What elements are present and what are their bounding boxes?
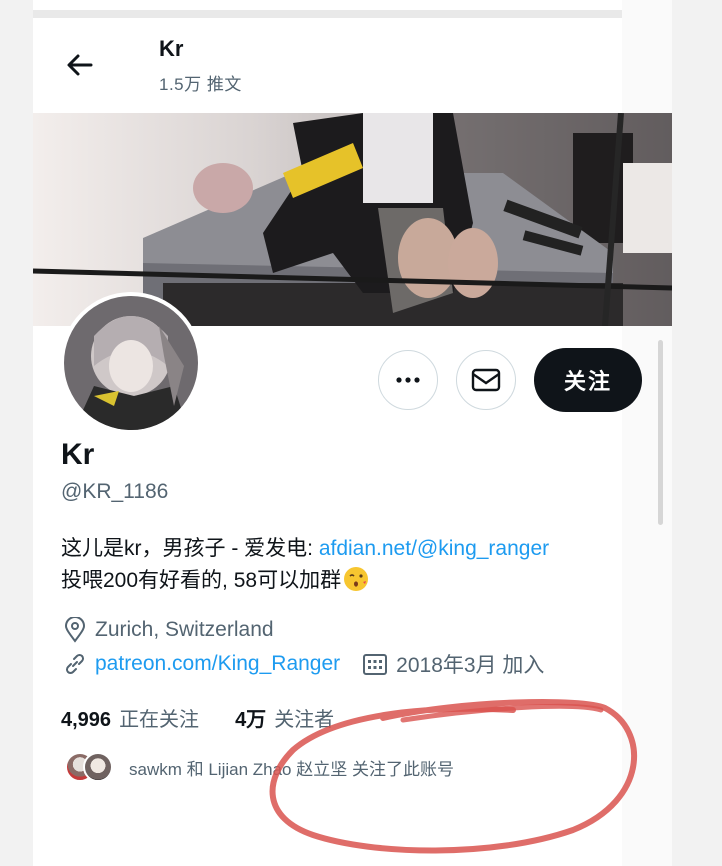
message-button[interactable]: [456, 350, 516, 410]
header-tweet-count: 1.5万 推文: [159, 75, 242, 94]
followers-stat[interactable]: 4万 关注者: [235, 703, 334, 732]
follow-button[interactable]: 关注: [534, 348, 642, 412]
website-link[interactable]: patreon.com/King_Ranger: [95, 652, 340, 676]
header-title: Kr: [159, 36, 184, 61]
scrollbar-thumb[interactable]: [658, 340, 663, 525]
profile-handle: @KR_1186: [61, 480, 169, 503]
back-arrow-icon[interactable]: [63, 48, 97, 82]
profile-avatar[interactable]: [60, 292, 202, 434]
joined-date: 2018年3月 加入: [396, 654, 545, 677]
followers-you-know[interactable]: sawkm 和 Lijian Zhao 赵立坚 关注了此账号: [65, 752, 454, 782]
profile-location: Zurich, Switzerland: [63, 617, 274, 643]
followed-by-text: sawkm 和 Lijian Zhao 赵立坚 关注了此账号: [129, 759, 454, 779]
followers-count: 4万: [235, 709, 267, 731]
profile-display-name: Kr: [61, 438, 95, 471]
location-pin-icon: [63, 617, 87, 643]
follow-stats: 4,996 正在关注 4万 关注者: [61, 703, 334, 732]
followers-label: 关注者: [274, 709, 335, 731]
profile-bio: 这儿是kr，男孩子 - 爱发电: afdian.net/@king_ranger…: [61, 533, 661, 602]
bio-link[interactable]: afdian.net/@king_ranger: [319, 537, 549, 560]
link-icon: [63, 652, 87, 676]
bio-line-2: 投喂200有好看的, 58可以加群: [61, 569, 342, 592]
following-stat[interactable]: 4,996 正在关注: [61, 703, 199, 732]
profile-page: Kr 1.5万 推文 关注 Kr @KR_1186 这儿是kr，男孩子 - 爱发…: [33, 0, 672, 866]
bio-text: 这儿是kr，男孩子 - 爱发电:: [61, 537, 319, 560]
profile-meta-row: patreon.com/King_Ranger 2018年3月 加入: [63, 649, 544, 679]
calendar-icon: [362, 652, 388, 676]
location-text: Zurich, Switzerland: [95, 618, 274, 641]
following-count: 4,996: [61, 709, 112, 731]
envelope-icon: [471, 368, 501, 392]
following-label: 正在关注: [119, 709, 200, 731]
avatar: [83, 752, 113, 782]
kissing-face-emoji-icon: [343, 566, 369, 602]
more-dots-icon: [396, 377, 420, 383]
more-options-button[interactable]: [378, 350, 438, 410]
top-divider: [33, 10, 672, 18]
